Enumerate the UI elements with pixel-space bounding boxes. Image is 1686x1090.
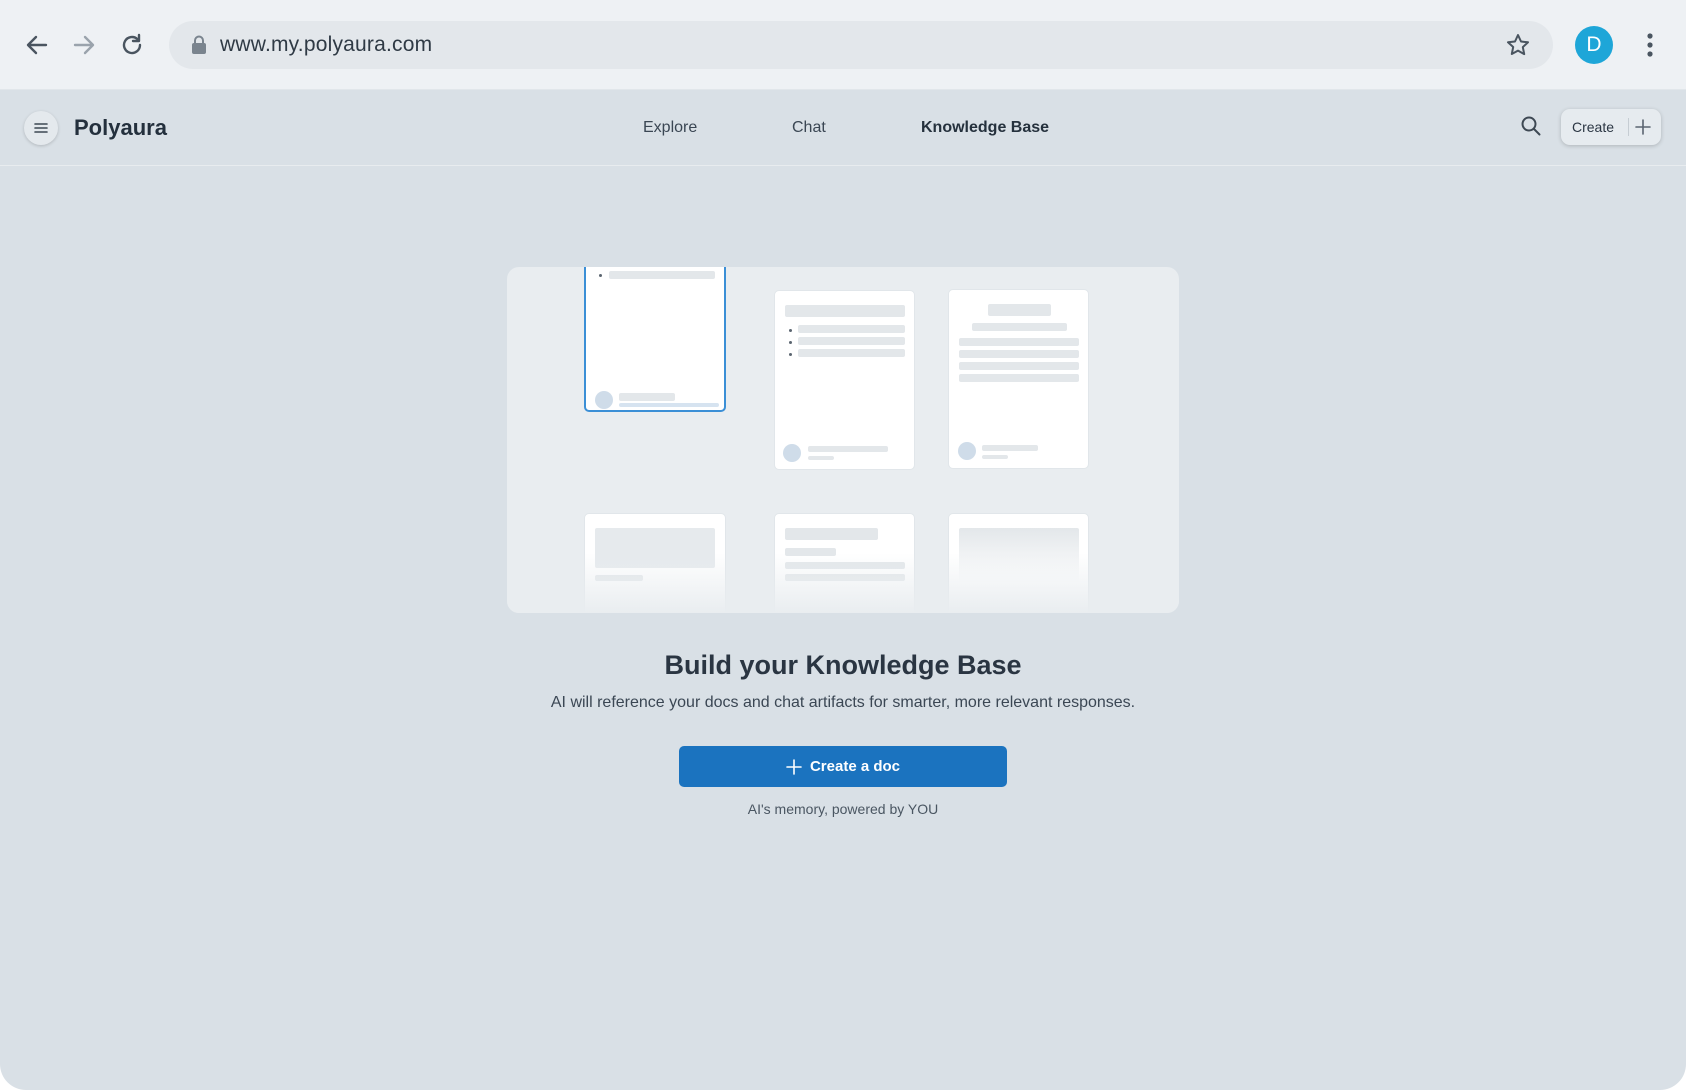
create-doc-label: Create a doc (809, 758, 901, 775)
sidebar-toggle-button[interactable] (24, 111, 58, 145)
create-divider (1628, 118, 1629, 136)
reload-button[interactable] (112, 25, 152, 65)
tab-knowledge-base[interactable]: Knowledge Base (921, 119, 1049, 137)
paperclip-icon (595, 391, 613, 409)
page-subtitle: AI will reference your docs and chat art… (550, 694, 1136, 711)
kebab-menu-icon (1647, 33, 1653, 57)
create-button[interactable]: Create (1561, 109, 1661, 145)
bookmark-star-icon[interactable] (1505, 32, 1531, 58)
plus-icon (786, 758, 802, 775)
doc-card-preview (584, 267, 726, 412)
paperclip-icon (783, 444, 801, 462)
address-bar[interactable]: www.my.polyaura.com (169, 21, 1553, 69)
doc-card-preview (774, 290, 915, 470)
app-header: Polyaura Explore Chat Knowledge Base Cre… (0, 89, 1686, 166)
tab-chat[interactable]: Chat (792, 119, 826, 137)
hamburger-icon (34, 123, 48, 133)
app-title: Polyaura (74, 115, 167, 140)
doc-card-preview (948, 289, 1089, 469)
back-button[interactable] (17, 25, 57, 65)
create-label: Create (1572, 119, 1615, 135)
knowledge-base-illustration (507, 267, 1179, 613)
paperclip-icon (958, 442, 976, 460)
create-doc-button[interactable]: Create a doc (679, 746, 1007, 787)
back-arrow-icon (26, 35, 48, 55)
profile-initial: D (1586, 33, 1602, 56)
reload-icon (122, 33, 142, 55)
url-text: www.my.polyaura.com (220, 33, 433, 56)
search-icon (1521, 116, 1541, 136)
browser-menu-button[interactable] (1640, 27, 1660, 63)
page-title: Build your Knowledge Base (664, 650, 1022, 680)
forward-arrow-icon (73, 35, 95, 55)
lock-icon (192, 35, 206, 54)
tagline: AI's memory, powered by YOU (747, 801, 939, 817)
search-button[interactable] (1520, 115, 1544, 139)
tab-explore[interactable]: Explore (643, 119, 697, 137)
forward-button[interactable] (64, 25, 104, 65)
illustration-fade (507, 553, 1179, 613)
browser-toolbar: www.my.polyaura.com D (0, 0, 1686, 90)
plus-icon (1635, 119, 1651, 135)
browser-window: www.my.polyaura.com D Polyaura Explore C… (0, 0, 1686, 1090)
profile-avatar[interactable]: D (1575, 26, 1613, 64)
